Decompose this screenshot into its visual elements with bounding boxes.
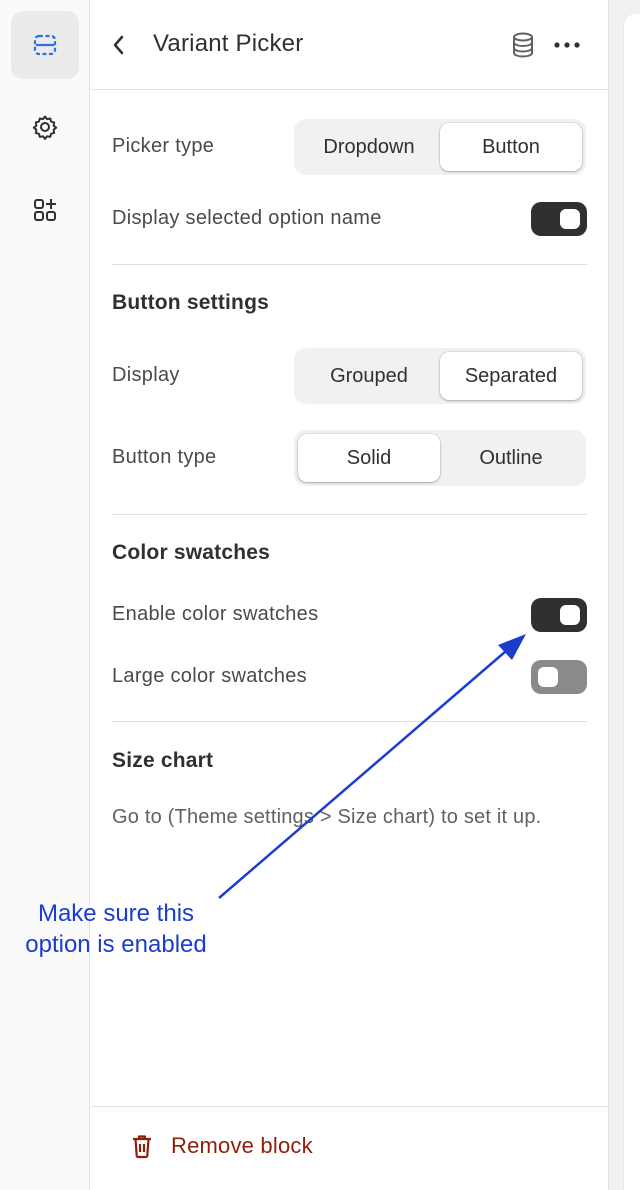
divider [112,721,587,722]
display-segmented: Grouped Separated [294,348,586,404]
apps-rail-button[interactable] [11,176,79,244]
display-grouped-option[interactable]: Grouped [298,352,440,400]
trash-icon [133,1135,151,1159]
back-button[interactable] [111,30,133,60]
settings-rail-button[interactable] [11,93,79,161]
more-actions-button[interactable] [553,32,581,63]
button-settings-heading: Button settings [112,291,269,314]
panel-footer: Remove block [91,1106,608,1190]
button-type-outline-option[interactable]: Outline [440,434,582,482]
page-title: Variant Picker [153,30,304,57]
preview-edge [608,0,640,1190]
large-color-swatches-label: Large color swatches [112,665,307,687]
database-button[interactable] [511,32,535,63]
sections-rail-button[interactable] [11,11,79,79]
settings-panel: Variant Picker Picker type Dropdown Butt… [91,0,608,1190]
display-selected-option-toggle[interactable] [531,202,587,236]
size-chart-heading: Size chart [112,749,214,772]
remove-block-button[interactable]: Remove block [131,1133,313,1159]
remove-block-label: Remove block [171,1133,313,1158]
picker-type-button-option[interactable]: Button [440,123,582,171]
large-color-swatches-toggle[interactable] [531,660,587,694]
picker-type-label: Picker type [112,135,215,157]
sections-icon [33,34,57,56]
database-icon [513,32,533,58]
button-type-solid-option[interactable]: Solid [298,434,440,482]
picker-type-dropdown-option[interactable]: Dropdown [298,123,440,171]
display-selected-option-label: Display selected option name [112,207,382,229]
display-separated-option[interactable]: Separated [440,352,582,400]
divider [112,264,587,265]
annotation-line-1: Make sure this [37,900,195,927]
display-label: Display [112,364,180,386]
chevron-left-icon [113,35,124,55]
icon-rail [0,0,90,1190]
panel-header: Variant Picker [91,0,608,90]
annotation-text: Make sure this option is enabled [10,898,222,960]
button-type-label: Button type [112,446,217,468]
more-horizontal-icon [554,42,580,48]
divider [112,514,587,515]
size-chart-help-text: Go to (Theme settings > Size chart) to s… [112,806,542,828]
button-type-segmented: Solid Outline [294,430,586,486]
picker-type-segmented: Dropdown Button [294,119,586,175]
apps-add-icon [34,199,56,221]
enable-color-swatches-toggle[interactable] [531,598,587,632]
gear-icon [32,115,58,140]
color-swatches-heading: Color swatches [112,541,271,564]
annotation-line-2: option is enabled [25,931,207,958]
enable-color-swatches-label: Enable color swatches [112,603,319,625]
